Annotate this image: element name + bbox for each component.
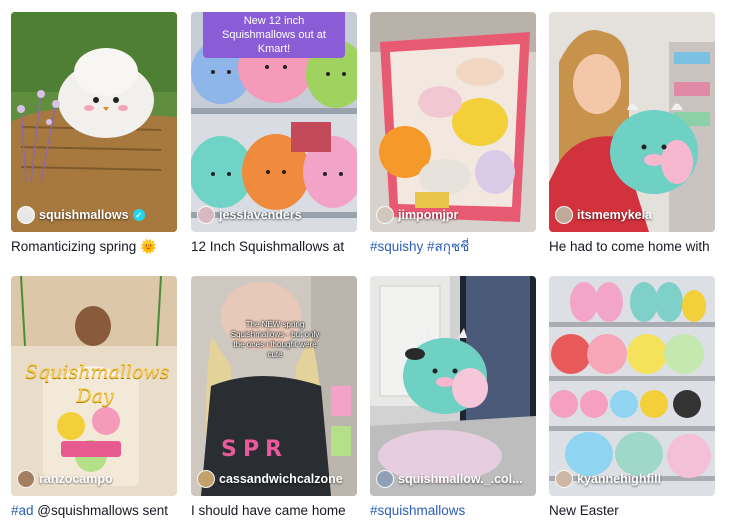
author-label[interactable]: ranzocampo — [17, 470, 113, 488]
author-avatar — [197, 206, 215, 224]
author-label[interactable]: squishmallows ✓ — [17, 206, 145, 224]
caption-hashtags[interactable]: #squishmallows — [370, 503, 465, 518]
video-thumbnail[interactable]: itsmemykela — [549, 12, 715, 232]
caption-hashtag[interactable]: #ad — [11, 503, 34, 518]
promo-banner: New 12 inch Squishmallows out at Kmart! — [203, 12, 345, 58]
author-avatar — [376, 206, 394, 224]
author-avatar — [197, 470, 215, 488]
overlay-title: Squishmallows Day — [25, 361, 170, 407]
caption-text: He had to come home with — [549, 239, 710, 254]
video-thumbnail[interactable]: kyannehighfill — [549, 276, 715, 496]
author-username: jimpomjpr — [398, 208, 459, 222]
author-label[interactable]: itsmemykela — [555, 206, 652, 224]
author-avatar — [17, 470, 35, 488]
thumbnail-image — [549, 276, 715, 496]
author-username: kyannehighfill — [577, 472, 662, 486]
video-thumbnail[interactable]: New 12 inch Squishmallows out at Kmart! … — [191, 12, 357, 232]
video-caption[interactable]: I should have came home — [191, 502, 357, 520]
author-avatar — [376, 470, 394, 488]
thumbnail-image — [11, 12, 177, 232]
video-caption[interactable]: Romanticizing spring 🌞 — [11, 238, 177, 256]
author-username: squishmallows — [39, 208, 129, 222]
author-avatar — [555, 206, 573, 224]
video-thumbnail[interactable]: Squishmallows Day ranzocampo — [11, 276, 177, 496]
video-card-1[interactable]: squishmallows ✓ Romanticizing spring 🌞 — [11, 12, 177, 256]
thumbnail-image — [549, 12, 715, 232]
video-thumbnail[interactable]: jimpomjpr — [370, 12, 536, 232]
thumbnail-image — [370, 12, 536, 232]
caption-text: I should have came home — [191, 503, 346, 518]
author-label[interactable]: cassandwichcalzone — [197, 470, 343, 488]
svg-text:P: P — [243, 437, 259, 462]
video-caption[interactable]: #squishmallows — [370, 502, 536, 520]
video-card-3[interactable]: jimpomjpr #squishy #สกุชชี่ — [370, 12, 536, 256]
author-username: squishmallow._.col... — [398, 472, 523, 486]
video-caption[interactable]: New Easter — [549, 502, 715, 520]
verified-badge-icon: ✓ — [132, 209, 145, 221]
caption-text: New Easter — [549, 503, 619, 518]
video-card-4[interactable]: itsmemykela He had to come home with — [549, 12, 715, 256]
author-label[interactable]: squishmallow._.col... — [376, 470, 523, 488]
video-thumbnail[interactable]: squishmallow._.col... — [370, 276, 536, 496]
author-label[interactable]: kyannehighfill — [555, 470, 661, 488]
caption-text: 12 Inch Squishmallows at — [191, 239, 345, 254]
svg-text:S: S — [221, 437, 237, 462]
author-username: jesslavenders — [219, 208, 302, 222]
video-card-2[interactable]: New 12 inch Squishmallows out at Kmart! … — [191, 12, 357, 256]
video-card-5[interactable]: Squishmallows Day ranzocampo #ad @squish… — [11, 276, 177, 520]
author-username: cassandwichcalzone — [219, 472, 343, 486]
author-avatar — [17, 206, 35, 224]
thumbnail-image — [370, 276, 536, 496]
caption-text: @squishmallows sent — [33, 503, 169, 518]
video-card-8[interactable]: kyannehighfill New Easter — [549, 276, 715, 520]
overlay-caption: The NEW spring Squishmallows - but only … — [230, 320, 320, 359]
video-thumbnail[interactable]: squishmallows ✓ — [11, 12, 177, 232]
author-avatar — [555, 470, 573, 488]
author-username: ranzocampo — [39, 472, 113, 486]
video-caption[interactable]: 12 Inch Squishmallows at — [191, 238, 357, 256]
author-label[interactable]: jimpomjpr — [376, 206, 458, 224]
thumbnail-image: S P R — [191, 276, 357, 496]
author-label[interactable]: jesslavenders — [197, 206, 302, 224]
author-username: itsmemykela — [577, 208, 653, 222]
video-caption[interactable]: #squishy #สกุชชี่ — [370, 238, 536, 256]
svg-text:R: R — [265, 437, 282, 462]
video-caption[interactable]: #ad @squishmallows sent — [11, 502, 177, 520]
sun-emoji-icon: 🌞 — [140, 239, 157, 254]
caption-text: Romanticizing spring — [11, 239, 137, 254]
video-card-7[interactable]: squishmallow._.col... #squishmallows — [370, 276, 536, 520]
caption-hashtags[interactable]: #squishy #สกุชชี่ — [370, 239, 469, 254]
video-card-6[interactable]: S P R The NEW spring Squishmallows - but… — [191, 276, 357, 520]
video-thumbnail[interactable]: S P R The NEW spring Squishmallows - but… — [191, 276, 357, 496]
video-caption[interactable]: He had to come home with — [549, 238, 715, 256]
